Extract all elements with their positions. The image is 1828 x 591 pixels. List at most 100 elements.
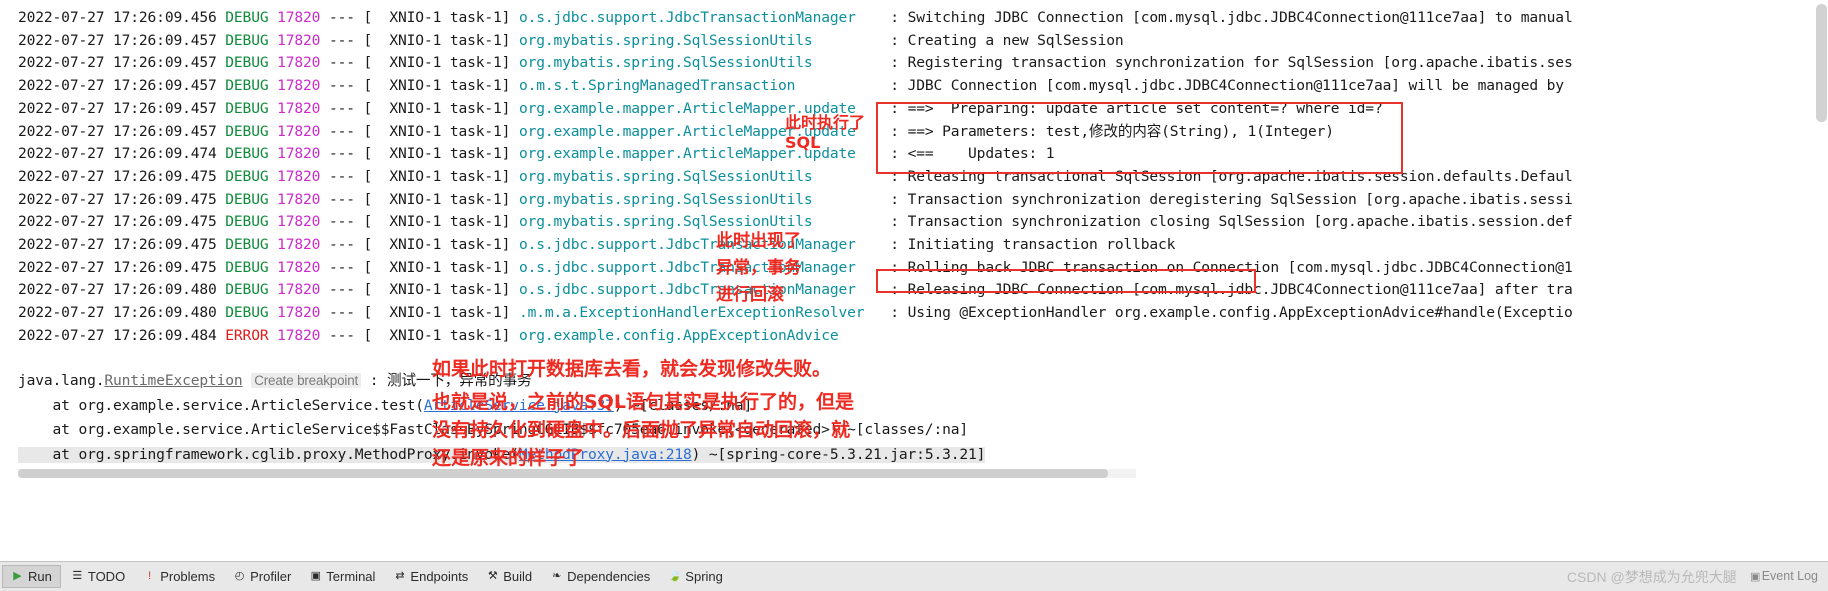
log-level: DEBUG	[225, 122, 278, 140]
log-pid: 17820	[277, 258, 329, 276]
run-icon: ▶	[13, 570, 22, 582]
tool-window-tab-terminal[interactable]: ▣ Terminal	[301, 565, 383, 588]
console-horizontal-scrollbar[interactable]	[18, 469, 1136, 478]
log-dashes: ---	[328, 236, 364, 253]
log-separator: :	[881, 122, 908, 140]
log-line: 2022-07-27 17:26:09.475 DEBUG 17820 --- …	[18, 237, 1175, 253]
stack-frame-prefix: at org.example.service.ArticleService.te…	[18, 396, 425, 414]
log-thread: [ XNIO-1 task-1]	[363, 99, 519, 117]
log-separator: :	[881, 190, 908, 208]
console-vertical-scrollbar[interactable]	[1815, 0, 1828, 478]
tool-window-tab-build[interactable]: ⚒ Build	[478, 565, 540, 588]
log-timestamp: 2022-07-27 17:26:09.475	[18, 236, 226, 253]
log-timestamp: 2022-07-27 17:26:09.457	[18, 122, 226, 140]
log-message: Switching JDBC Connection [com.mysql.jdb…	[907, 9, 1573, 26]
log-message: Registering transaction synchronization …	[907, 54, 1573, 72]
log-level: DEBUG	[225, 99, 278, 117]
exception-header: java.lang.RuntimeException Create breakp…	[18, 371, 532, 389]
log-message: <== Updates: 1	[907, 145, 1055, 163]
tool-window-tab-run[interactable]: ▶ Run	[2, 565, 61, 588]
event-log-button[interactable]: ▣Event Log	[1749, 569, 1818, 584]
tool-window-tab-endpoints[interactable]: ⇄ Endpoints	[385, 565, 476, 588]
log-thread: [ XNIO-1 task-1]	[363, 77, 519, 95]
tool-window-tab-profiler[interactable]: ◴ Profiler	[225, 565, 299, 588]
tool-window-tab-dependencies[interactable]: ❧ Dependencies	[542, 565, 658, 588]
log-dashes: ---	[328, 304, 364, 322]
tool-window-tab-label: Problems	[160, 569, 216, 584]
log-message: Rolling back JDBC transaction on Connect…	[907, 258, 1573, 276]
tool-window-tab-spring[interactable]: 🍃 Spring	[660, 565, 731, 588]
log-level: DEBUG	[225, 167, 278, 185]
log-dashes: ---	[328, 77, 364, 95]
stack-trace-frame[interactable]: at org.example.service.ArticleService.te…	[18, 396, 753, 414]
console-horizontal-scroll-thumb[interactable]	[18, 469, 1108, 478]
tool-window-bar: ▶ Run ☰ TODO! Problems ◴ Profiler ▣ Terminal ⇄ End…	[0, 561, 1828, 591]
log-separator: :	[881, 304, 908, 322]
log-timestamp: 2022-07-27 17:26:09.475	[18, 167, 226, 185]
log-thread: [ XNIO-1 task-1]	[363, 213, 519, 231]
terminal-icon: ▣	[310, 570, 321, 582]
log-message: Releasing transactional SqlSession [org.…	[907, 167, 1573, 185]
log-message: ==> Parameters: test,修改的内容(String), 1(In…	[907, 122, 1334, 140]
tool-window-tab-label: Profiler	[250, 569, 292, 584]
log-logger: o.m.s.t.SpringManagedTransaction	[518, 77, 882, 95]
log-timestamp: 2022-07-27 17:26:09.480	[18, 304, 226, 322]
log-dashes: ---	[328, 258, 364, 276]
log-logger: o.s.jdbc.support.JdbcTransactionManager	[518, 236, 882, 253]
exception-message: 测试一下，异常的事务	[387, 371, 532, 389]
log-line: 2022-07-27 17:26:09.475 DEBUG 17820 --- …	[18, 258, 1573, 276]
log-timestamp: 2022-07-27 17:26:09.457	[18, 54, 226, 72]
tool-window-tab-problems[interactable]: ! Problems	[135, 565, 223, 588]
log-thread: [ XNIO-1 task-1]	[363, 258, 519, 276]
exception-package: java.lang.	[18, 371, 105, 389]
log-message: Using @ExceptionHandler org.example.conf…	[907, 304, 1573, 322]
stack-frame-suffix: <generated>) ~[classes/:na]	[734, 421, 968, 438]
log-level: DEBUG	[225, 9, 278, 26]
log-dashes: ---	[328, 145, 364, 163]
log-timestamp: 2022-07-27 17:26:09.484	[18, 326, 226, 344]
log-logger: org.mybatis.spring.SqlSessionUtils	[518, 54, 882, 72]
log-logger: o.s.jdbc.support.JdbcTransactionManager	[518, 281, 882, 299]
log-separator: :	[881, 167, 908, 185]
log-separator: :	[881, 31, 908, 49]
exception-class-link[interactable]: RuntimeException	[104, 372, 242, 389]
dependencies-icon: ❧	[552, 570, 562, 582]
log-level: DEBUG	[225, 304, 278, 322]
log-message: Initiating transaction rollback	[907, 236, 1176, 253]
create-breakpoint-badge[interactable]: Create breakpoint	[251, 372, 362, 388]
stack-frame-source-link[interactable]: ArticleService.java:37	[424, 397, 614, 414]
log-dashes: ---	[328, 99, 364, 117]
log-pid: 17820	[277, 167, 329, 185]
tool-window-tab-label: TODO	[87, 569, 126, 584]
log-thread: [ XNIO-1 task-1]	[363, 31, 519, 49]
tool-window-tab-label: Endpoints	[410, 569, 469, 584]
tool-window-tab-label: Run	[28, 569, 52, 584]
stack-frame-suffix: ) ~[classes/:na]	[613, 396, 753, 414]
log-thread: [ XNIO-1 task-1]	[363, 145, 519, 163]
stack-trace-frame[interactable]: at org.example.service.ArticleService$$F…	[18, 421, 969, 438]
log-timestamp: 2022-07-27 17:26:09.480	[18, 281, 226, 299]
build-icon: ⚒	[487, 570, 498, 582]
log-message: Transaction synchronization deregisterin…	[907, 190, 1573, 208]
log-level: DEBUG	[225, 213, 278, 231]
log-pid: 17820	[277, 145, 329, 163]
log-thread: [ XNIO-1 task-1]	[363, 236, 519, 253]
log-line: 2022-07-27 17:26:09.475 DEBUG 17820 --- …	[18, 190, 1573, 208]
stack-trace-frame[interactable]: at org.springframework.cglib.proxy.Metho…	[18, 446, 985, 463]
console-vertical-scroll-thumb[interactable]	[1816, 4, 1827, 122]
log-line: 2022-07-27 17:26:09.457 DEBUG 17820 --- …	[18, 55, 1573, 71]
log-dashes: ---	[328, 326, 364, 344]
log-line: 2022-07-27 17:26:09.484 ERROR 17820 --- …	[18, 326, 882, 344]
stack-frame-source-link[interactable]: MethodProxy.java:218	[519, 446, 692, 463]
log-timestamp: 2022-07-27 17:26:09.457	[18, 99, 226, 117]
log-logger: org.example.mapper.ArticleMapper.update	[518, 122, 882, 140]
log-logger: org.example.mapper.ArticleMapper.update	[518, 145, 882, 163]
log-pid: 17820	[277, 236, 329, 253]
log-pid: 17820	[277, 9, 329, 26]
log-timestamp: 2022-07-27 17:26:09.474	[18, 145, 226, 163]
log-line: 2022-07-27 17:26:09.457 DEBUG 17820 --- …	[18, 31, 1124, 49]
log-logger: org.mybatis.spring.SqlSessionUtils	[518, 167, 882, 185]
run-console-output[interactable]: 2022-07-27 17:26:09.456 DEBUG 17820 --- …	[0, 0, 1828, 478]
tool-window-tab-todo[interactable]: ☰ TODO	[63, 565, 133, 588]
profiler-icon: ◴	[234, 570, 245, 582]
